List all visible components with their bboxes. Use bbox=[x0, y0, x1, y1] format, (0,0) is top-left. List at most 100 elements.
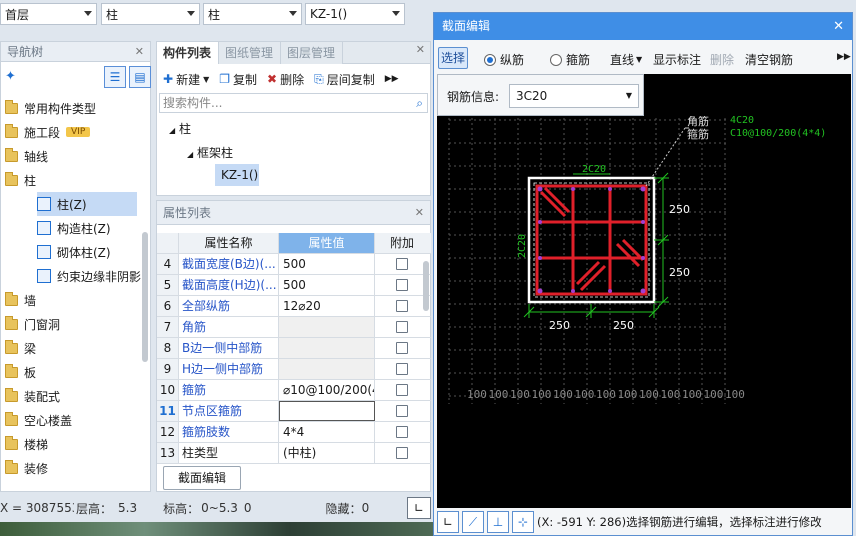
close-icon[interactable]: ✕ bbox=[833, 13, 844, 40]
property-row[interactable]: 8 B边一侧中部筋 bbox=[157, 338, 431, 359]
close-icon[interactable]: ✕ bbox=[416, 43, 425, 56]
delete-button[interactable]: 删除 bbox=[710, 51, 734, 68]
grid-label: 100 bbox=[682, 388, 702, 401]
category-select[interactable]: 柱 bbox=[101, 3, 200, 25]
snap-perp-icon[interactable]: ⊥ bbox=[487, 511, 509, 533]
property-value[interactable]: 500 bbox=[279, 275, 375, 295]
property-row[interactable]: 10 箍筋 ⌀10@100/200(4 bbox=[157, 380, 431, 401]
close-icon[interactable]: ✕ bbox=[135, 42, 144, 62]
property-row[interactable]: 7 角筋 bbox=[157, 317, 431, 338]
property-row[interactable]: 6 全部纵筋 12⌀20 bbox=[157, 296, 431, 317]
tree-node-kz1[interactable]: KZ-1() bbox=[215, 164, 259, 186]
checkbox[interactable] bbox=[396, 258, 408, 270]
clear-rebar-button[interactable]: 清空钢筋 bbox=[745, 51, 793, 68]
property-scrollbar[interactable] bbox=[423, 261, 429, 311]
checkbox[interactable] bbox=[396, 405, 408, 417]
property-row[interactable]: 9 H边一侧中部筋 bbox=[157, 359, 431, 380]
list-view-icon[interactable]: ☰ bbox=[104, 66, 126, 88]
nav-item[interactable]: 柱(Z) bbox=[37, 192, 137, 216]
folder-icon bbox=[5, 411, 18, 426]
tab-drawing-manage[interactable]: 图纸管理 bbox=[219, 42, 281, 64]
property-value[interactable]: (中柱) bbox=[279, 443, 375, 463]
floor-copy-button[interactable]: ⎘ 层间复制 bbox=[314, 71, 375, 88]
nav-item[interactable]: 墙 bbox=[5, 288, 36, 312]
nav-item-label: 墙 bbox=[24, 293, 37, 308]
line-dropdown[interactable]: 直线 ▼ bbox=[610, 51, 642, 68]
nav-item[interactable]: 常用构件类型 bbox=[5, 96, 96, 120]
property-row[interactable]: 11 节点区箍筋 bbox=[157, 401, 431, 422]
nav-item[interactable]: 门窗洞 bbox=[5, 312, 60, 336]
tree-node-frame-column[interactable]: ◢ 框架柱 bbox=[187, 144, 233, 161]
ortho-icon[interactable]: ∟ bbox=[437, 511, 459, 533]
folder-icon bbox=[5, 387, 18, 402]
new-icon: ✚ bbox=[163, 72, 174, 86]
background-strip bbox=[0, 522, 434, 536]
delete-button[interactable]: ✖ 删除 bbox=[267, 71, 304, 88]
property-row[interactable]: 5 截面高度(H边)(... 500 bbox=[157, 275, 431, 296]
nav-item[interactable]: 空心楼盖 bbox=[5, 408, 72, 432]
nav-toolbar: ✦ ☰ ▤ bbox=[1, 63, 151, 93]
property-value[interactable] bbox=[279, 338, 375, 358]
type-select[interactable]: 柱 bbox=[203, 3, 302, 25]
section-edit-button[interactable]: 截面编辑 bbox=[163, 466, 241, 490]
snap-end-icon[interactable]: ⊹ bbox=[512, 511, 534, 533]
checkbox[interactable] bbox=[396, 300, 408, 312]
nav-item[interactable]: 板 bbox=[5, 360, 36, 384]
nav-item[interactable]: 施工段 VIP bbox=[5, 120, 91, 144]
copy-button[interactable]: ❐ 复制 bbox=[219, 71, 257, 88]
more-icon[interactable]: ▶▶ bbox=[837, 52, 851, 62]
property-value[interactable]: ⌀10@100/200(4 bbox=[279, 380, 375, 400]
nav-item[interactable]: 柱 bbox=[5, 168, 36, 192]
component-search[interactable]: 搜索构件... ⌕ bbox=[159, 93, 428, 113]
tab-component-list[interactable]: 构件列表 bbox=[157, 42, 219, 64]
property-row[interactable]: 4 截面宽度(B边)(... 500 bbox=[157, 254, 431, 275]
checkbox[interactable] bbox=[396, 321, 408, 333]
property-value[interactable]: 12⌀20 bbox=[279, 296, 375, 316]
property-value[interactable] bbox=[279, 401, 375, 421]
add-star-icon[interactable]: ✦ bbox=[5, 69, 16, 84]
grid-label: 100 bbox=[725, 388, 745, 401]
nav-item[interactable]: 轴线 bbox=[5, 144, 48, 168]
search-icon[interactable]: ⌕ bbox=[416, 94, 423, 112]
ortho-toggle-icon[interactable]: ∟ bbox=[407, 497, 431, 519]
checkbox[interactable] bbox=[396, 342, 408, 354]
show-label-button[interactable]: 显示标注 bbox=[653, 51, 701, 68]
property-value[interactable] bbox=[279, 359, 375, 379]
checkbox[interactable] bbox=[396, 447, 408, 459]
property-row[interactable]: 13 柱类型 (中柱) bbox=[157, 443, 431, 464]
longitudinal-radio[interactable]: 纵筋 bbox=[484, 51, 524, 68]
select-button[interactable]: 选择 bbox=[438, 47, 468, 69]
nav-item[interactable]: 梁 bbox=[5, 336, 36, 360]
rebar-info-input[interactable]: 3C20 ▼ bbox=[509, 84, 639, 108]
chevron-down-icon bbox=[392, 11, 400, 16]
rebar-dot bbox=[641, 256, 645, 260]
floor-select[interactable]: 首层 bbox=[0, 3, 97, 25]
new-button[interactable]: ✚ 新建 ▼ bbox=[163, 71, 209, 88]
stirrup-radio[interactable]: 箍筋 bbox=[550, 51, 590, 68]
checkbox[interactable] bbox=[396, 363, 408, 375]
checkbox[interactable] bbox=[396, 279, 408, 291]
checkbox[interactable] bbox=[396, 384, 408, 396]
grid-label: 100 bbox=[639, 388, 659, 401]
property-value[interactable]: 4*4 bbox=[279, 422, 375, 442]
close-icon[interactable]: ✕ bbox=[415, 201, 424, 225]
more-icon[interactable]: ▶▶ bbox=[385, 74, 399, 84]
snap-line-icon[interactable]: ⟋ bbox=[462, 511, 484, 533]
property-row[interactable]: 12 箍筋肢数 4*4 bbox=[157, 422, 431, 443]
dialog-canvas[interactable]: 钢筋信息: 3C20 ▼ 100 100 100 100 100 100 100 100 100… bbox=[437, 74, 851, 508]
nav-item[interactable]: 装修 bbox=[5, 456, 48, 480]
checkbox[interactable] bbox=[396, 426, 408, 438]
property-value[interactable]: 500 bbox=[279, 254, 375, 274]
property-value[interactable] bbox=[279, 317, 375, 337]
nav-item[interactable]: 楼梯 bbox=[5, 432, 48, 456]
nav-scrollbar[interactable] bbox=[142, 232, 148, 362]
section-drawing[interactable]: 100 100 100 100 100 100 100 100 100 100 100 100 100 bbox=[437, 116, 851, 508]
tree-node-column[interactable]: ◢ 柱 bbox=[169, 120, 191, 137]
tab-layer-manage[interactable]: 图层管理 bbox=[281, 42, 343, 64]
component-select[interactable]: KZ-1() bbox=[305, 3, 405, 25]
nav-item[interactable]: 约束边缘非阴影 bbox=[37, 264, 141, 288]
nav-item[interactable]: 砌体柱(Z) bbox=[37, 240, 111, 264]
grid-view-icon[interactable]: ▤ bbox=[129, 66, 151, 88]
nav-item[interactable]: 装配式 bbox=[5, 384, 60, 408]
nav-item[interactable]: 构造柱(Z) bbox=[37, 216, 111, 240]
